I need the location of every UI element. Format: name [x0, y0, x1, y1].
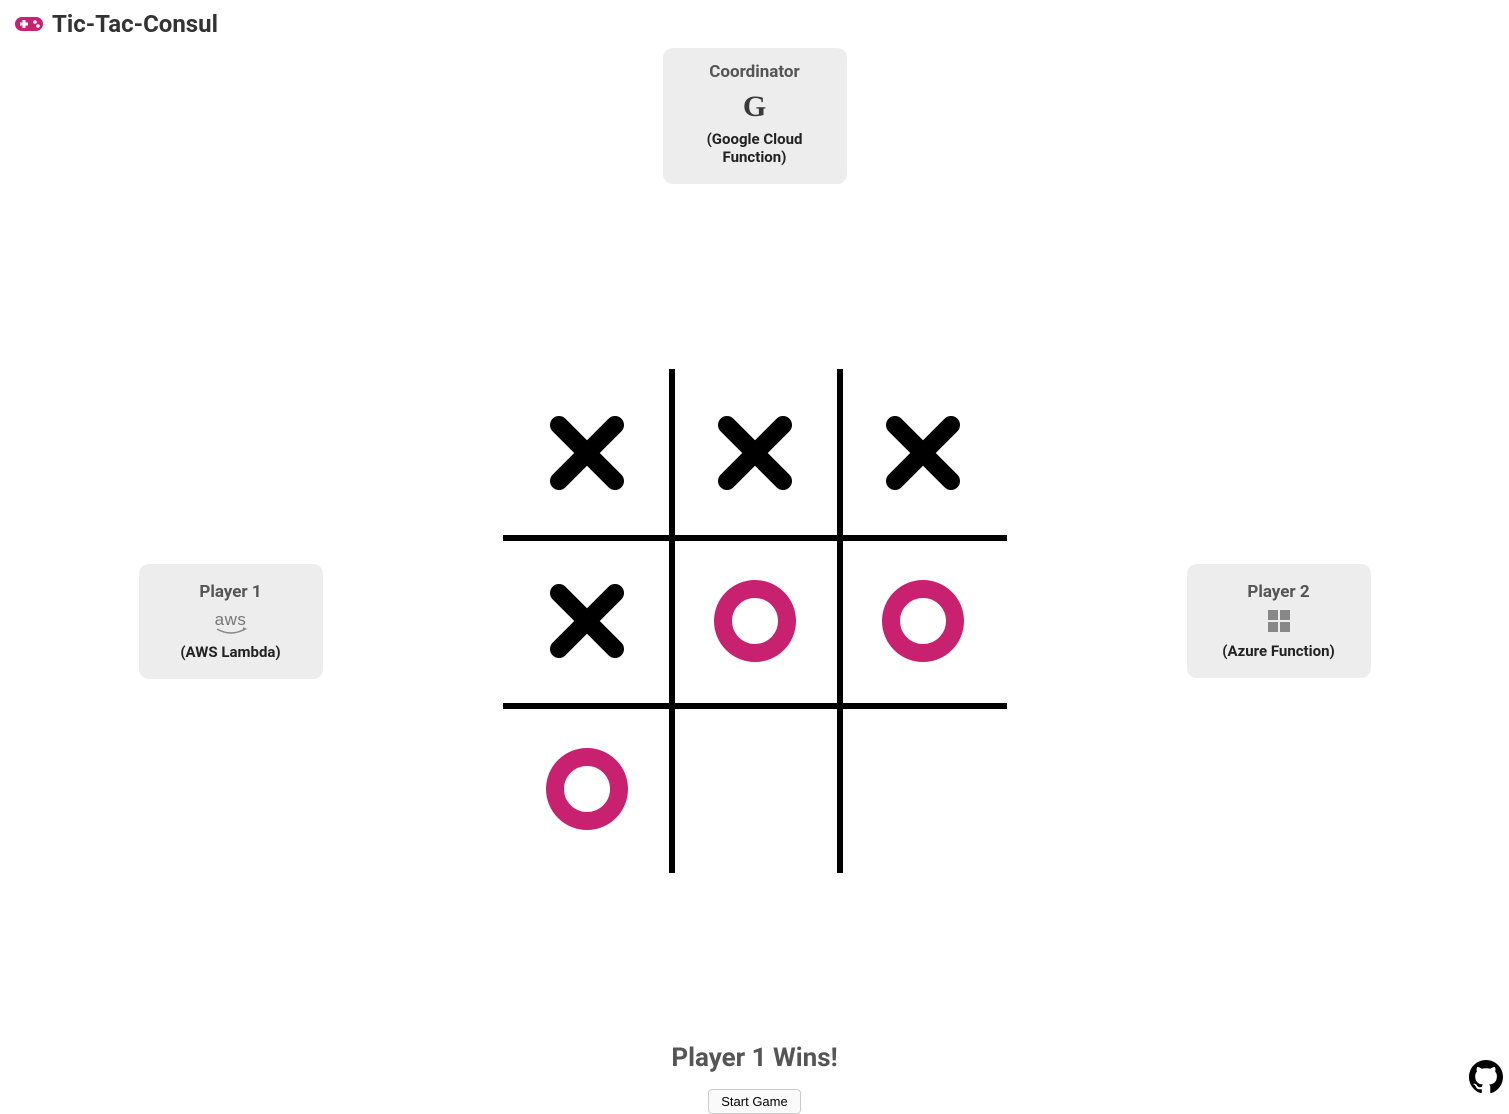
o-icon	[710, 576, 800, 666]
board-cell-2[interactable]	[839, 369, 1007, 537]
main: Coordinator G (Google Cloud Function) Pl…	[0, 48, 1509, 1114]
board-line	[837, 369, 843, 873]
o-icon	[542, 744, 632, 834]
board-cell-6[interactable]	[503, 705, 671, 873]
github-icon[interactable]	[1469, 1060, 1503, 1098]
o-icon	[878, 576, 968, 666]
google-icon: G	[743, 90, 766, 124]
azure-icon	[1268, 610, 1290, 636]
aws-icon: aws	[215, 610, 247, 637]
board-line	[669, 369, 675, 873]
board-line	[503, 703, 1007, 709]
player2-sub: (Azure Function)	[1211, 642, 1347, 660]
coordinator-sub: (Google Cloud Function)	[687, 130, 823, 166]
board-cell-8[interactable]	[839, 705, 1007, 873]
x-icon	[547, 581, 627, 661]
board-cell-5[interactable]	[839, 537, 1007, 705]
x-icon	[547, 413, 627, 493]
header: Tic-Tac-Consul	[0, 0, 1509, 48]
player2-card: Player 2 (Azure Function)	[1187, 564, 1371, 678]
board-cell-3[interactable]	[503, 537, 671, 705]
x-icon	[883, 413, 963, 493]
board-cell-4[interactable]	[671, 537, 839, 705]
start-button[interactable]: Start Game	[708, 1089, 800, 1114]
page-title: Tic-Tac-Consul	[52, 10, 218, 38]
player1-sub: (AWS Lambda)	[163, 643, 299, 661]
coordinator-title: Coordinator	[687, 62, 823, 82]
status-text: Player 1 Wins!	[671, 1043, 837, 1073]
player1-title: Player 1	[163, 582, 299, 602]
board-line	[503, 535, 1007, 541]
x-icon	[715, 413, 795, 493]
board-cell-1[interactable]	[671, 369, 839, 537]
player1-card: Player 1 aws (AWS Lambda)	[139, 564, 323, 679]
game-board	[503, 369, 1007, 873]
player2-title: Player 2	[1211, 582, 1347, 602]
mid-row: Player 1 aws (AWS Lambda)	[0, 369, 1509, 873]
board-cell-7[interactable]	[671, 705, 839, 873]
board-cell-0[interactable]	[503, 369, 671, 537]
coordinator-card: Coordinator G (Google Cloud Function)	[663, 48, 847, 184]
status-block: Player 1 Wins! Start Game	[671, 1043, 837, 1114]
gamepad-icon	[14, 13, 44, 35]
